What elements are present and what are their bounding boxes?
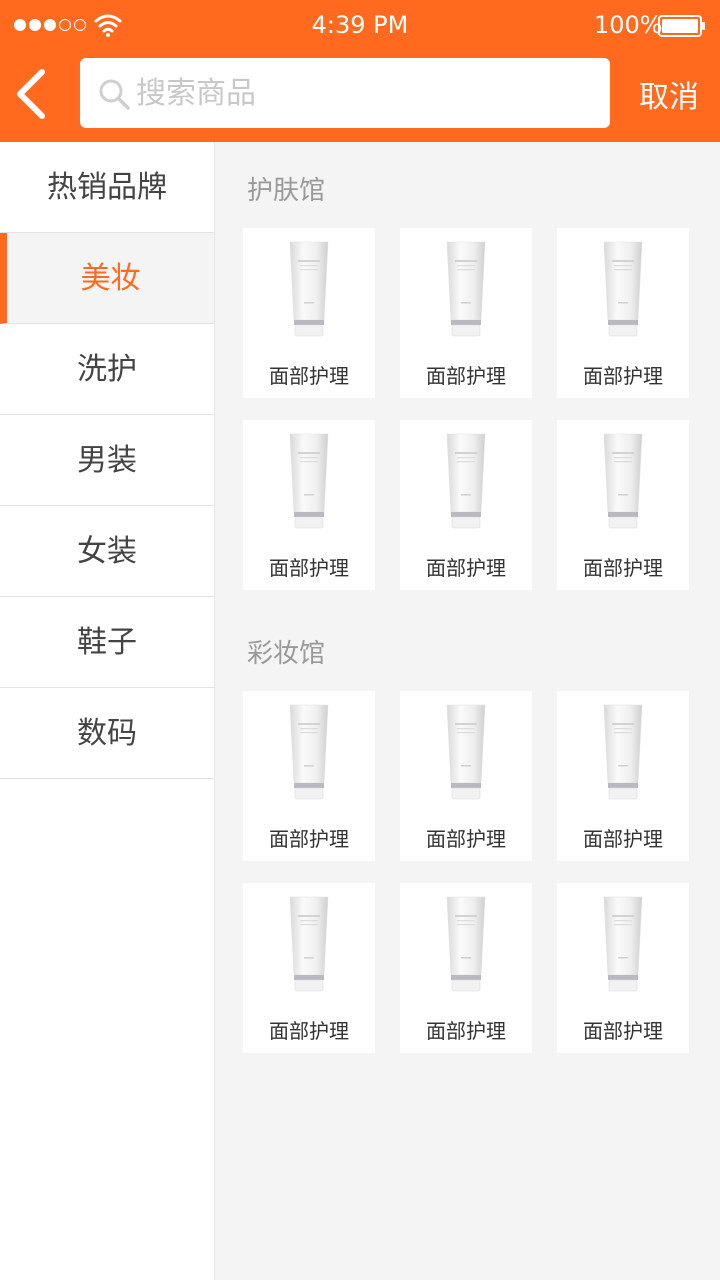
product-image: [446, 896, 486, 992]
product-image: [446, 433, 486, 529]
sidebar-item-digital[interactable]: 数码: [0, 688, 214, 779]
product-image: [446, 241, 486, 337]
product-image: [289, 704, 329, 800]
product-label: 面部护理: [426, 1019, 506, 1043]
product-image: [603, 704, 643, 800]
product-card[interactable]: 面部护理: [557, 883, 689, 1053]
product-image: [289, 241, 329, 337]
chevron-left-icon[interactable]: [8, 64, 52, 124]
sidebar-item-womenswear[interactable]: 女装: [0, 506, 214, 597]
product-label: 面部护理: [269, 827, 349, 851]
product-card[interactable]: 面部护理: [400, 228, 532, 398]
product-image: [603, 241, 643, 337]
product-card[interactable]: 面部护理: [400, 420, 532, 590]
product-card[interactable]: 面部护理: [243, 883, 375, 1053]
category-sidebar: 热销品牌 美妆 洗护 男装 女装 鞋子 数码: [0, 142, 215, 1280]
product-image: [289, 896, 329, 992]
product-label: 面部护理: [426, 364, 506, 388]
header: 4:39 PM 100% 取消: [0, 0, 720, 142]
product-card[interactable]: 面部护理: [557, 691, 689, 861]
product-card[interactable]: 面部护理: [243, 420, 375, 590]
product-label: 面部护理: [583, 827, 663, 851]
product-label: 面部护理: [269, 556, 349, 580]
sidebar-item-personal-care[interactable]: 洗护: [0, 324, 214, 415]
product-card[interactable]: 面部护理: [400, 691, 532, 861]
product-image: [603, 433, 643, 529]
cancel-button[interactable]: 取消: [626, 72, 712, 116]
section-title: 彩妆馆: [247, 639, 326, 669]
product-image: [289, 433, 329, 529]
battery-icon: [658, 15, 705, 37]
product-content: 护肤馆 面部护理 面部护理 面部护理 面部护理 面部护理 面部护理 彩妆馆 面部护理 面部护…: [215, 142, 720, 1280]
product-label: 面部护理: [426, 556, 506, 580]
product-label: 面部护理: [269, 1019, 349, 1043]
product-image: [446, 704, 486, 800]
product-label: 面部护理: [426, 827, 506, 851]
product-label: 面部护理: [269, 364, 349, 388]
product-label: 面部护理: [583, 556, 663, 580]
product-card[interactable]: 面部护理: [243, 691, 375, 861]
product-label: 面部护理: [583, 364, 663, 388]
search-input[interactable]: [136, 68, 596, 118]
search-bar[interactable]: [80, 58, 610, 128]
product-card[interactable]: 面部护理: [243, 228, 375, 398]
status-bar: 4:39 PM 100%: [0, 0, 720, 52]
product-card[interactable]: 面部护理: [400, 883, 532, 1053]
product-image: [603, 896, 643, 992]
search-icon: [99, 79, 130, 110]
product-card[interactable]: 面部护理: [557, 228, 689, 398]
sidebar-item-menswear[interactable]: 男装: [0, 415, 214, 506]
product-card[interactable]: 面部护理: [557, 420, 689, 590]
sidebar-item-beauty[interactable]: 美妆: [0, 233, 214, 324]
sidebar-item-hot-brands[interactable]: 热销品牌: [0, 142, 214, 233]
section-title: 护肤馆: [247, 176, 326, 206]
product-label: 面部护理: [583, 1019, 663, 1043]
sidebar-item-shoes[interactable]: 鞋子: [0, 597, 214, 688]
battery-percent: 100%: [594, 11, 663, 39]
